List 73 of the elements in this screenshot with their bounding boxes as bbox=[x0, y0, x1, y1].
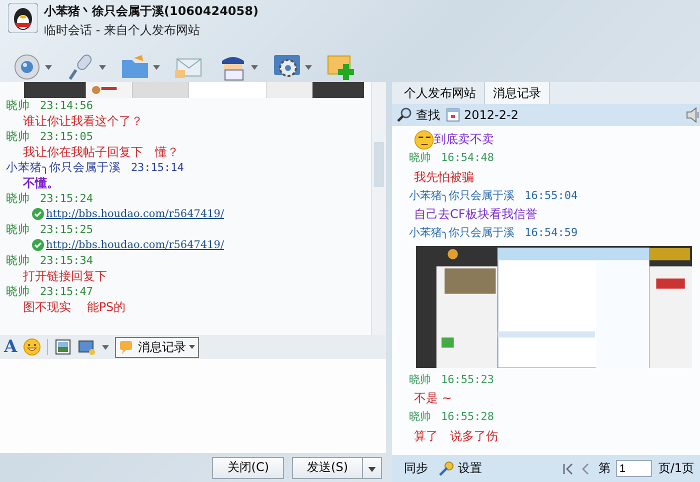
sender-name: 小苯猪╮你只会属于溪 bbox=[6, 160, 121, 174]
image-icon[interactable] bbox=[54, 338, 72, 356]
message-text: 图不现实 能PS的 bbox=[23, 300, 126, 314]
message-time: 16:54:59 bbox=[524, 226, 578, 239]
penguin-avatar-icon bbox=[8, 3, 38, 33]
message-history-button[interactable]: 消息记录 bbox=[115, 336, 200, 358]
sync-button[interactable]: 同步 bbox=[404, 460, 432, 477]
message-text: 打开链接回复下 bbox=[23, 268, 107, 282]
smiley-icon[interactable] bbox=[23, 338, 42, 356]
message-time: 16:55:23 bbox=[441, 372, 494, 386]
message-link[interactable]: http://bbs.houdao.com/r5647419/ bbox=[46, 238, 224, 253]
message-time: 23:15:05 bbox=[40, 130, 93, 143]
send-options-button[interactable] bbox=[362, 456, 382, 478]
dropdown-caret-icon bbox=[189, 345, 196, 349]
message-time: 23:15:34 bbox=[40, 254, 93, 267]
message-time: 23:14:56 bbox=[40, 99, 93, 112]
close-button[interactable]: 关闭(C) bbox=[212, 456, 284, 478]
sender-name: 晓帅 bbox=[409, 410, 431, 423]
message-text: 不是 ~ bbox=[414, 390, 452, 407]
message-time: 16:54:48 bbox=[441, 151, 494, 164]
message-time: 23:15:47 bbox=[40, 285, 93, 298]
message-time: 16:55:04 bbox=[524, 188, 578, 202]
page-field[interactable]: 1 bbox=[616, 460, 652, 477]
sender-name: 晓帅 bbox=[6, 253, 30, 267]
sender-name: 晓帅 bbox=[6, 129, 30, 143]
sender-name: 晓帅 bbox=[6, 191, 30, 205]
dropdown-caret-icon[interactable] bbox=[45, 64, 52, 70]
panel-tab[interactable]: 消息记录 bbox=[485, 82, 550, 104]
message-time: 23:15:24 bbox=[40, 192, 93, 205]
search-icon bbox=[396, 107, 412, 123]
check-icon bbox=[32, 239, 44, 252]
message-text: 到底卖不卖 bbox=[434, 131, 494, 148]
page-total: 页/1页 bbox=[658, 460, 694, 477]
sender-name: 晓帅 bbox=[6, 284, 30, 298]
message-text: 谁让你让我看这个了？ bbox=[23, 114, 143, 128]
sender-name: 小苯猪╮你只会属于溪 bbox=[409, 188, 515, 202]
dropdown-caret-icon[interactable] bbox=[153, 64, 160, 70]
message-link[interactable]: http://bbs.houdao.com/r5647419/ bbox=[46, 206, 224, 222]
font-button[interactable]: A bbox=[4, 337, 18, 357]
message-input[interactable] bbox=[0, 359, 386, 453]
dropdown-caret-icon[interactable] bbox=[251, 64, 258, 70]
contact-title: 小苯猪丶徐只会属于溪(1060424058) bbox=[44, 3, 258, 20]
scrollbar[interactable] bbox=[371, 82, 386, 335]
sender-name: 小苯猪╮你只会属于溪 bbox=[409, 226, 515, 239]
message-text: 我让你在我帖子回复下 懂？ bbox=[23, 144, 179, 158]
check-icon bbox=[32, 208, 44, 220]
calendar-icon bbox=[446, 108, 460, 122]
screenshot-icon[interactable] bbox=[78, 338, 96, 356]
sender-name: 晓帅 bbox=[6, 222, 30, 236]
message-text: 自己去CF板块看我信誉 bbox=[414, 206, 538, 223]
dropdown-caret-icon[interactable] bbox=[305, 64, 312, 70]
wrench-icon bbox=[438, 460, 454, 476]
speaker-icon[interactable] bbox=[686, 107, 700, 123]
search-button[interactable]: 查找 bbox=[396, 106, 440, 124]
sender-name: 晓帅 bbox=[6, 98, 30, 112]
message-time: 23:15:14 bbox=[130, 161, 184, 174]
camera-icon[interactable] bbox=[12, 52, 42, 82]
message-time: 16:55:28 bbox=[441, 410, 494, 423]
send-button[interactable]: 发送(S) bbox=[292, 456, 362, 478]
date-picker[interactable]: 2012-2-2 bbox=[446, 108, 518, 122]
sender-name: 晓帅 bbox=[409, 151, 431, 164]
message-time: 23:15:25 bbox=[40, 223, 93, 236]
message-text: 不懂。 bbox=[23, 176, 59, 190]
dropdown-caret-icon[interactable] bbox=[102, 344, 110, 350]
sender-name: 晓帅 bbox=[409, 372, 431, 386]
message-text: 算了 说多了伤 bbox=[414, 428, 498, 444]
dropdown-caret-icon[interactable] bbox=[99, 64, 106, 70]
page-label: 第 bbox=[598, 460, 610, 477]
message-text: 我先怕被骗 bbox=[414, 168, 474, 186]
first-page-icon[interactable] bbox=[562, 462, 574, 474]
dropdown-caret-icon bbox=[368, 466, 376, 472]
settings-button[interactable]: 设置 bbox=[438, 460, 486, 477]
session-subtitle: 临时会话 - 来自个人发布网站 bbox=[44, 22, 201, 39]
